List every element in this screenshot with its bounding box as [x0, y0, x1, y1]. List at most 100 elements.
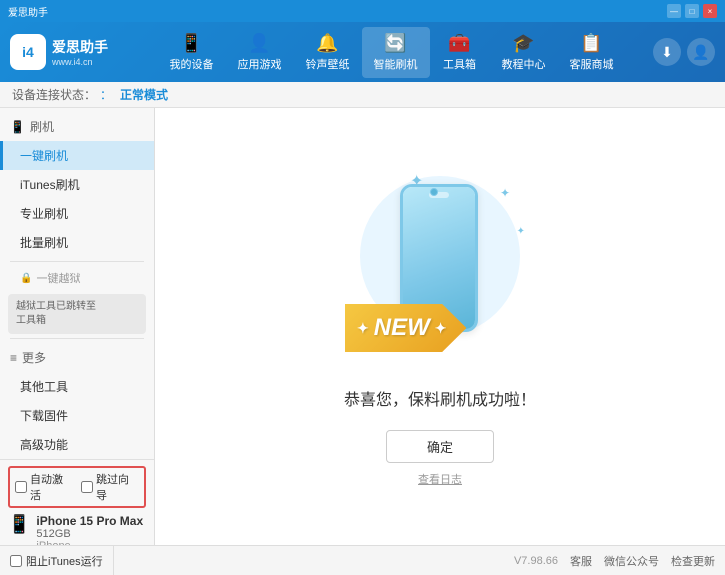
device-checkboxes: 自动激活 跳过向导	[8, 466, 146, 508]
tutorial-icon: 🎓	[512, 33, 534, 54]
close-button[interactable]: ×	[703, 4, 717, 18]
maximize-button[interactable]: □	[685, 4, 699, 18]
tab-service[interactable]: 📋 客服商城	[558, 27, 626, 78]
itunes-flash-label: iTunes刷机	[20, 178, 80, 192]
tab-my-device-label: 我的设备	[170, 56, 214, 72]
flash-section-icon: 📱	[10, 120, 25, 134]
skip-guide-checkbox[interactable]	[81, 481, 93, 493]
sidebar-item-download-fw[interactable]: 下载固件	[0, 401, 154, 430]
auto-activate-option[interactable]: 自动激活	[15, 471, 73, 503]
tab-ringtone[interactable]: 🔔 铃声壁纸	[294, 27, 362, 78]
my-device-icon: 📱	[180, 33, 202, 54]
minimize-button[interactable]: —	[667, 4, 681, 18]
auto-activate-label: 自动激活	[30, 471, 73, 503]
window-title-area: 爱思助手	[8, 4, 48, 19]
app-header: i4 爱思助手 www.i4.cn 📱 我的设备 👤 应用游戏 🔔 铃声壁纸 🔄…	[0, 22, 725, 82]
itunes-section: 阻止iTunes运行	[0, 546, 114, 575]
window-controls[interactable]: — □ ×	[667, 4, 717, 18]
advanced-label: 高级功能	[20, 438, 68, 452]
new-badge-text: NEW	[374, 314, 430, 342]
success-message: 恭喜您，保料刷机成功啦！	[344, 386, 536, 410]
logo-text: 爱思助手 www.i4.cn	[52, 37, 108, 67]
mode-value: 正常模式	[120, 86, 168, 103]
jailbreak-section-label: 一键越狱	[36, 270, 80, 286]
ringtone-icon: 🔔	[316, 33, 338, 54]
device-storage: 512GB	[36, 528, 143, 540]
sidebar-item-one-key-flash[interactable]: 一键刷机	[0, 141, 154, 170]
block-itunes-label: 阻止iTunes运行	[26, 553, 103, 569]
sidebar-section-flash: 📱 刷机 一键刷机 iTunes刷机 专业刷机 批量刷机	[0, 112, 154, 257]
tab-toolbox[interactable]: 🧰 工具箱	[430, 27, 490, 78]
divider-2	[10, 338, 144, 339]
toolbox-icon: 🧰	[448, 33, 470, 54]
sidebar-item-pro-flash[interactable]: 专业刷机	[0, 199, 154, 228]
footer-right: V7.98.66 客服 微信公众号 检查更新	[114, 553, 725, 569]
device-name: iPhone 15 Pro Max	[36, 514, 143, 528]
logo-icon: i4	[10, 34, 46, 70]
tab-apps-label: 应用游戏	[238, 56, 282, 72]
more-section-icon: ≡	[10, 351, 17, 365]
tab-smart-flash-label: 智能刷机	[374, 56, 418, 72]
apps-icon: 👤	[248, 33, 270, 54]
sparkle-3: ✦	[517, 226, 525, 237]
mode-label: 设备连接状态：	[12, 86, 96, 103]
one-key-flash-label: 一键刷机	[20, 149, 68, 163]
phone-camera	[430, 188, 438, 196]
main-body: 📱 刷机 一键刷机 iTunes刷机 专业刷机 批量刷机	[0, 108, 725, 545]
tab-ringtone-label: 铃声壁纸	[306, 56, 350, 72]
jailbreak-section-header: 🔒 一键越狱	[0, 266, 154, 290]
wechat-link[interactable]: 微信公众号	[604, 553, 659, 569]
auto-activate-checkbox[interactable]	[15, 481, 27, 493]
jailbreak-note: 越狱工具已跳转至工具箱	[8, 294, 146, 334]
app-name: 爱思助手	[52, 37, 108, 57]
sidebar-item-itunes-flash[interactable]: iTunes刷机	[0, 170, 154, 199]
tab-tutorial-label: 教程中心	[502, 56, 546, 72]
sidebar-section-jailbreak: 🔒 一键越狱 越狱工具已跳转至工具箱	[0, 266, 154, 334]
star-before: ✦	[357, 320, 369, 337]
sidebar: 📱 刷机 一键刷机 iTunes刷机 专业刷机 批量刷机	[0, 108, 155, 545]
main-content: ✦ ✦ ✦ ✦ NEW ✦ 恭喜您，保料刷机成功啦！	[155, 108, 725, 545]
device-details: iPhone 15 Pro Max 512GB iPhone	[36, 514, 143, 545]
view-log-link[interactable]: 查看日志	[418, 471, 462, 487]
sidebar-item-batch-flash[interactable]: 批量刷机	[0, 228, 154, 257]
smart-flash-icon: 🔄	[384, 33, 406, 54]
device-phone-icon: 📱	[8, 514, 30, 535]
divider-1	[10, 261, 144, 262]
tab-my-device[interactable]: 📱 我的设备	[158, 27, 226, 78]
mode-bar: 设备连接状态： ： 正常模式	[0, 82, 725, 108]
tab-apps[interactable]: 👤 应用游戏	[226, 27, 294, 78]
star-after: ✦	[435, 320, 447, 337]
new-badge: ✦ NEW ✦	[345, 304, 466, 352]
sidebar-item-other-tools[interactable]: 其他工具	[0, 372, 154, 401]
download-fw-label: 下载固件	[20, 409, 68, 423]
logo-char: i4	[22, 44, 34, 60]
jailbreak-note-text: 越狱工具已跳转至工具箱	[16, 301, 96, 326]
flash-section-header: 📱 刷机	[0, 112, 154, 141]
batch-flash-label: 批量刷机	[20, 236, 68, 250]
sidebar-content: 📱 刷机 一键刷机 iTunes刷机 专业刷机 批量刷机	[0, 108, 154, 545]
app-url: www.i4.cn	[52, 57, 108, 67]
pro-flash-label: 专业刷机	[20, 207, 68, 221]
skip-guide-option[interactable]: 跳过向导	[81, 471, 139, 503]
more-section-label: 更多	[22, 349, 46, 366]
sidebar-section-more: ≡ 更多 其他工具 下载固件 高级功能	[0, 343, 154, 459]
check-update-link[interactable]: 检查更新	[671, 553, 715, 569]
skip-guide-label: 跳过向导	[96, 471, 139, 503]
version-text: V7.98.66	[514, 555, 558, 567]
customer-service-link[interactable]: 客服	[570, 553, 592, 569]
user-button[interactable]: 👤	[687, 38, 715, 66]
block-itunes-checkbox[interactable]	[10, 555, 22, 567]
tab-service-label: 客服商城	[570, 56, 614, 72]
tab-toolbox-label: 工具箱	[443, 56, 476, 72]
flash-section-label: 刷机	[30, 118, 54, 135]
more-section-header: ≡ 更多	[0, 343, 154, 372]
device-type: iPhone	[36, 540, 143, 545]
download-button[interactable]: ⬇	[653, 38, 681, 66]
confirm-button[interactable]: 确定	[386, 430, 494, 463]
other-tools-label: 其他工具	[20, 380, 68, 394]
tab-smart-flash[interactable]: 🔄 智能刷机	[362, 27, 430, 78]
tab-tutorial[interactable]: 🎓 教程中心	[490, 27, 558, 78]
sidebar-item-advanced[interactable]: 高级功能	[0, 430, 154, 459]
logo: i4 爱思助手 www.i4.cn	[10, 34, 130, 70]
window-chrome: 爱思助手 — □ ×	[0, 0, 725, 22]
